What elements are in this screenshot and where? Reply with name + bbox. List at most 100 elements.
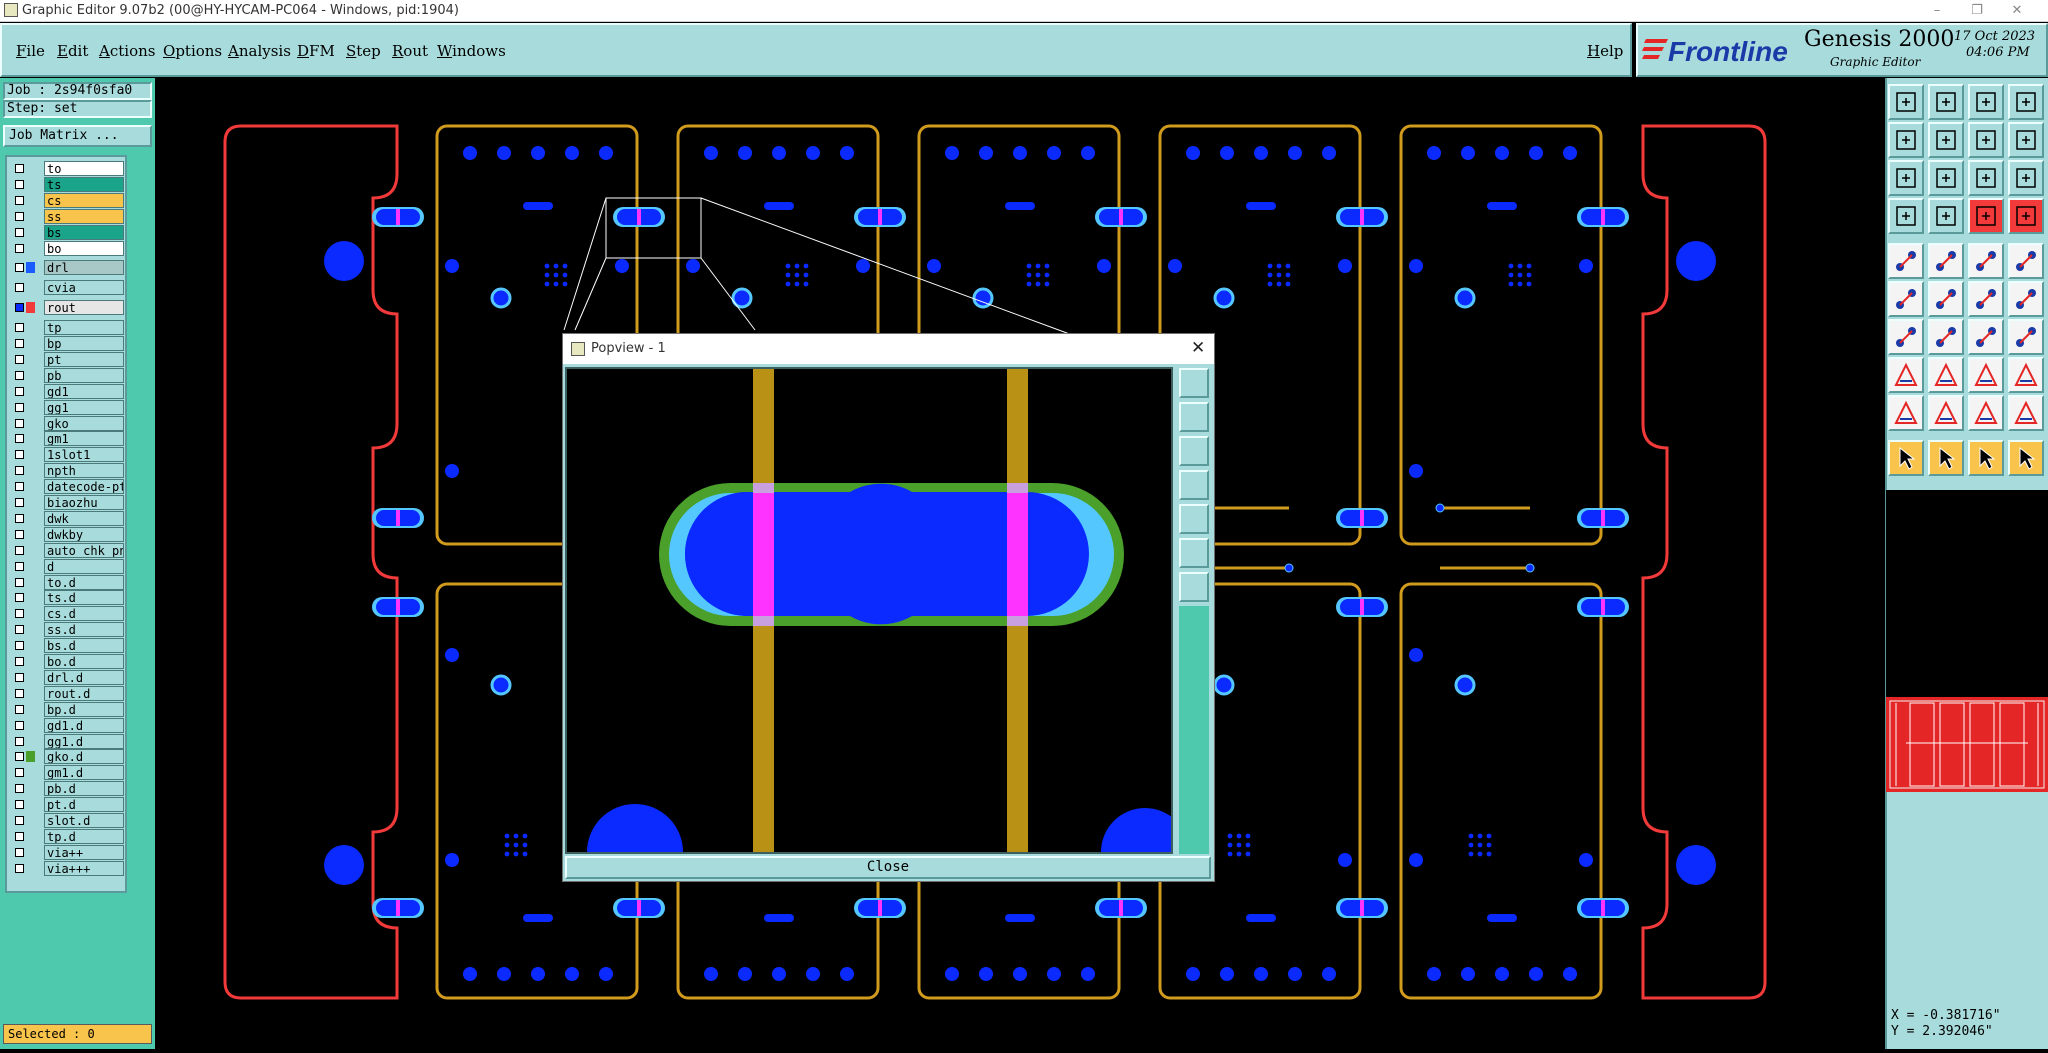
layer-checkbox[interactable] xyxy=(15,704,24,714)
slash-icon[interactable] xyxy=(1928,319,1964,355)
layer-name[interactable]: pt.d xyxy=(44,797,124,813)
connect-icon[interactable] xyxy=(1888,281,1924,317)
scale-1to2-icon[interactable] xyxy=(1968,160,2004,196)
layer-name[interactable]: bo xyxy=(44,240,124,256)
layer-row-drl[interactable]: drl xyxy=(10,260,128,276)
layer-row-gd1-d[interactable]: gd1.d xyxy=(10,717,128,733)
split-view-icon[interactable] xyxy=(2008,84,2044,120)
layer-checkbox[interactable] xyxy=(15,529,24,539)
layer-checkbox[interactable] xyxy=(15,768,24,778)
layer-row-cvia[interactable]: cvia xyxy=(10,280,128,296)
layer-row-pb[interactable]: pb xyxy=(10,367,128,383)
layer-up-icon[interactable] xyxy=(1888,84,1924,120)
layer-left-icon[interactable] xyxy=(1888,122,1924,158)
layer-checkbox[interactable] xyxy=(15,736,24,746)
close-icon[interactable]: ✕ xyxy=(2000,0,2034,22)
layer-row-gm1[interactable]: gm1 xyxy=(10,431,128,447)
layer-checkbox[interactable] xyxy=(15,434,24,444)
layer-name[interactable]: bp.d xyxy=(44,701,124,717)
layer-checkbox[interactable] xyxy=(15,466,24,476)
layer-name[interactable]: rout.d xyxy=(44,685,124,701)
layer-row-bp-d[interactable]: bp.d xyxy=(10,701,128,717)
arc-icon[interactable] xyxy=(1968,281,2004,317)
measure-icon[interactable] xyxy=(1888,198,1924,234)
panel-minimap[interactable] xyxy=(1886,697,2048,792)
layer-row-gm1-d[interactable]: gm1.d xyxy=(10,765,128,781)
menu-rout[interactable]: Rout xyxy=(392,42,428,60)
layer-row-drl-d[interactable]: drl.d xyxy=(10,669,128,685)
layer-row-ss[interactable]: ss xyxy=(10,208,128,224)
zoom-center-icon[interactable] xyxy=(1928,160,1964,196)
layer-right-icon[interactable] xyxy=(1928,122,1964,158)
layer-checkbox[interactable] xyxy=(15,816,24,825)
layer-row-to-d[interactable]: to.d xyxy=(10,574,128,590)
layer-name[interactable]: tp.d xyxy=(44,828,124,844)
layer-row-gg1[interactable]: gg1 xyxy=(10,399,128,415)
layer-checkbox[interactable] xyxy=(15,752,24,762)
menu-actions[interactable]: Actions xyxy=(99,42,155,60)
grid-icon[interactable] xyxy=(1928,198,1964,234)
layer-row-bs-d[interactable]: bs.d xyxy=(10,638,128,654)
feature-move-icon[interactable] xyxy=(2008,198,2044,234)
popview-close-icon[interactable]: ✕ xyxy=(1191,338,1205,358)
popview-center-icon[interactable] xyxy=(1179,572,1209,602)
layer-name[interactable]: bs.d xyxy=(44,638,124,654)
popview-fit-icon[interactable] xyxy=(1179,538,1209,568)
layer-checkbox[interactable] xyxy=(15,593,24,603)
resize-icon[interactable] xyxy=(1968,357,2004,393)
popview-close-button[interactable]: Close xyxy=(565,856,1211,879)
layer-name[interactable]: gko xyxy=(44,415,124,431)
menu-options[interactable]: Options xyxy=(163,42,222,60)
layer-name[interactable]: gko.d xyxy=(44,749,124,765)
layer-row-biaozhu[interactable]: biaozhu xyxy=(10,495,128,510)
layer-checkbox[interactable] xyxy=(15,303,24,313)
layer-name[interactable]: dwk xyxy=(44,510,124,526)
layer-checkbox[interactable] xyxy=(15,243,24,253)
layer-name[interactable]: auto_chk_pn xyxy=(44,542,124,558)
layer-row-pt-d[interactable]: pt.d xyxy=(10,797,128,813)
popview-right-icon[interactable] xyxy=(1179,504,1209,534)
layer-checkbox[interactable] xyxy=(15,164,24,173)
pointer-icon[interactable] xyxy=(1888,440,1924,476)
drag-arc-icon[interactable] xyxy=(2008,281,2044,317)
layer-row-rout[interactable]: rout xyxy=(10,300,128,316)
layer-checkbox[interactable] xyxy=(15,283,24,293)
layer-row-datecode-pt[interactable]: datecode-pt xyxy=(10,479,128,495)
layer-checkbox[interactable] xyxy=(15,211,24,221)
layer-checkbox[interactable] xyxy=(15,418,24,428)
layer-name[interactable]: to.d xyxy=(44,574,124,590)
pad-select-icon[interactable] xyxy=(1888,357,1924,393)
layer-checkbox[interactable] xyxy=(15,863,24,873)
layer-row-slot-d[interactable]: slot.d xyxy=(10,813,128,828)
layer-name[interactable]: to xyxy=(44,161,124,176)
popview-left-icon[interactable] xyxy=(1179,470,1209,500)
layer-checkbox[interactable] xyxy=(15,800,24,810)
line-icon[interactable] xyxy=(1928,357,1964,393)
layer-name[interactable]: 1slot1 xyxy=(44,447,124,463)
layer-checkbox[interactable] xyxy=(15,609,24,619)
layer-row-gg1-d[interactable]: gg1.d xyxy=(10,733,128,749)
layer-row-ss-d[interactable]: ss.d xyxy=(10,622,128,638)
layer-name[interactable]: bo.d xyxy=(44,654,124,669)
layer-row-dwk[interactable]: dwk xyxy=(10,510,128,526)
layer-row-ts-d[interactable]: ts.d xyxy=(10,590,128,606)
cross-icon[interactable] xyxy=(1928,281,1964,317)
layer-row-gko[interactable]: gko xyxy=(10,415,128,431)
layer-row-cs[interactable]: cs xyxy=(10,192,128,208)
layer-checkbox[interactable] xyxy=(15,339,24,348)
zoom-fit-icon[interactable] xyxy=(1888,160,1924,196)
layer-name[interactable]: cvia xyxy=(44,280,124,296)
layer-checkbox[interactable] xyxy=(15,227,24,237)
layer-row-bo-d[interactable]: bo.d xyxy=(10,654,128,669)
layer-down-icon[interactable] xyxy=(1928,84,1964,120)
layer-checkbox[interactable] xyxy=(15,179,24,189)
layer-name[interactable]: drl xyxy=(44,260,124,276)
layer-row-to[interactable]: to xyxy=(10,161,128,176)
layer-checkbox[interactable] xyxy=(15,195,24,205)
layer-row-bs[interactable]: bs xyxy=(10,224,128,240)
rotate-icon[interactable] xyxy=(1968,319,2004,355)
popview-zoom-view[interactable] xyxy=(565,367,1189,900)
tri-b-icon[interactable] xyxy=(1928,395,1964,431)
layer-row-via---[interactable]: via+++ xyxy=(10,860,128,876)
menu-step[interactable]: Step xyxy=(346,42,381,60)
